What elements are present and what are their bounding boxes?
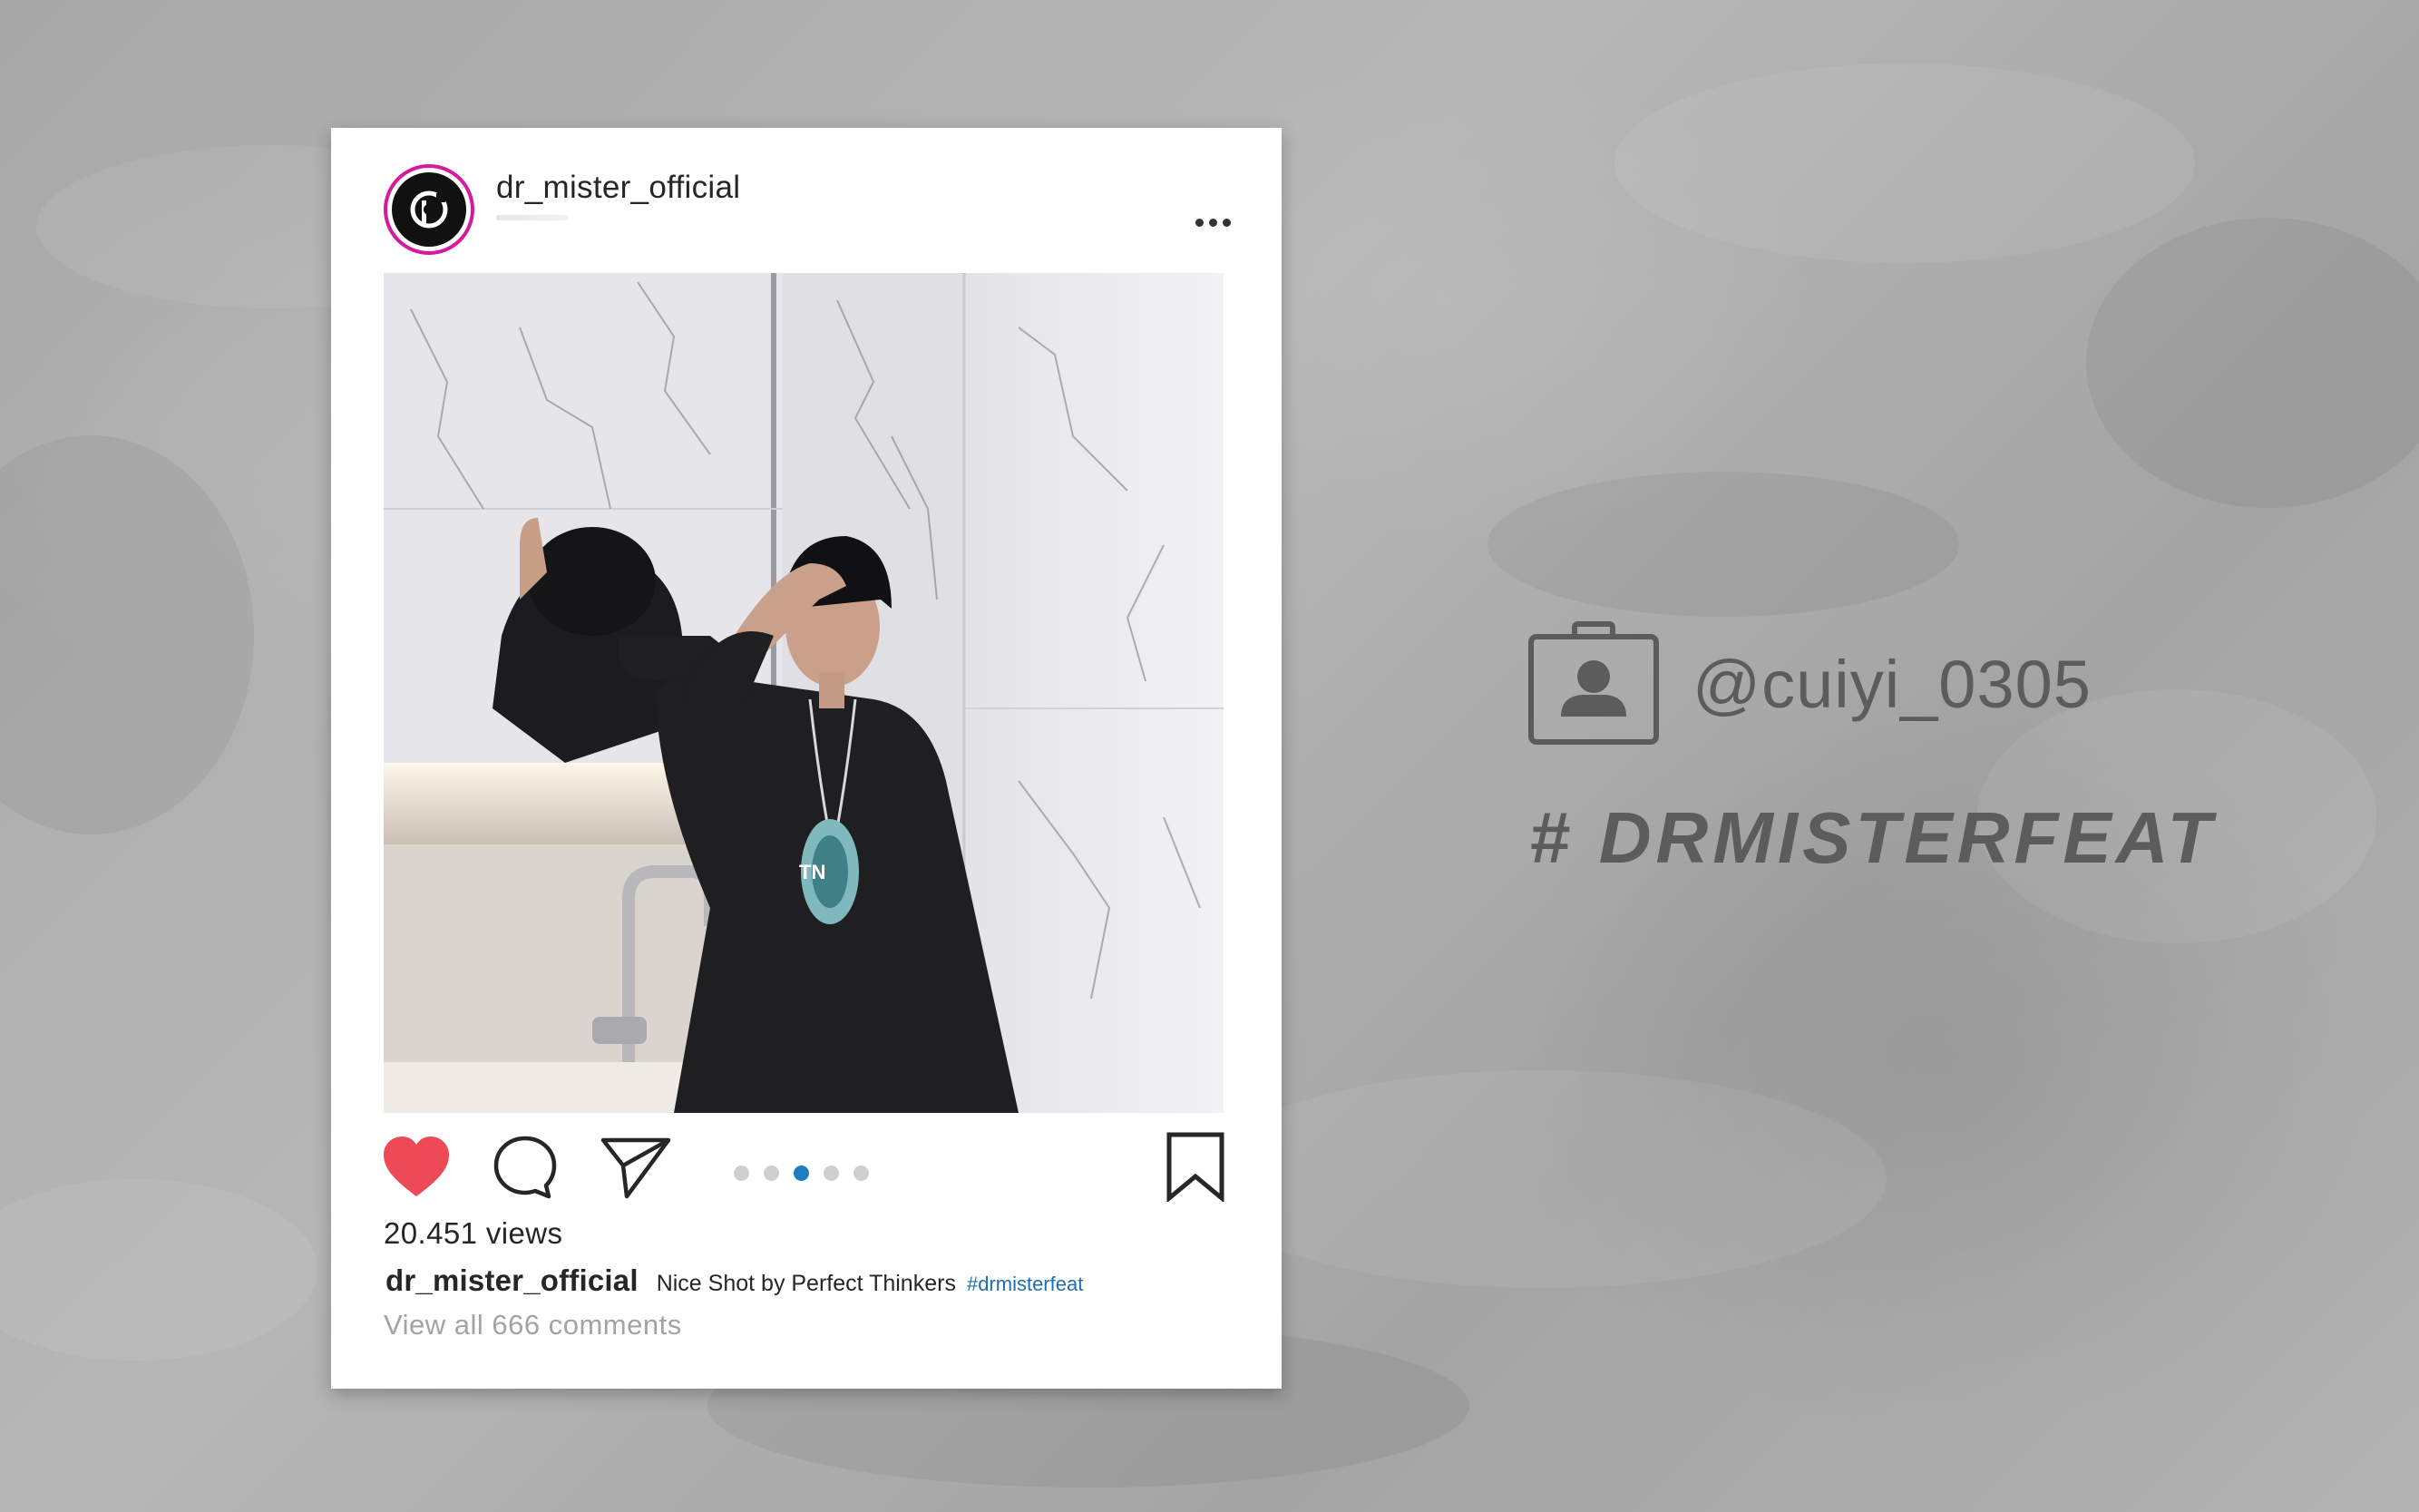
carousel-dot[interactable] [764, 1166, 779, 1181]
brand-logo-icon [392, 172, 466, 247]
carousel-dot[interactable] [853, 1166, 869, 1181]
carousel-dot[interactable] [824, 1166, 839, 1181]
caption: dr_mister_official Nice Shot by Perfect … [385, 1263, 1083, 1298]
post-username[interactable]: dr_mister_official [496, 170, 740, 206]
post-card: dr_mister_official TN 20.451 views dr_mi… [331, 128, 1282, 1389]
caption-hashtag[interactable]: #drmisterfeat [967, 1273, 1083, 1296]
more-dot [1195, 218, 1204, 227]
heart-icon[interactable] [382, 1135, 451, 1200]
comment-icon[interactable] [493, 1135, 558, 1200]
profile-card-icon [1528, 621, 1659, 745]
carousel-dot-active[interactable] [794, 1166, 809, 1181]
carousel-dot[interactable] [734, 1166, 749, 1181]
caption-username[interactable]: dr_mister_official [385, 1263, 639, 1298]
more-options-icon[interactable] [1185, 204, 1240, 240]
avatar[interactable] [384, 164, 474, 255]
campaign-hashtag: # DRMISTERFEAT [1529, 797, 2217, 878]
bookmark-icon[interactable] [1164, 1131, 1227, 1202]
author-handle: @cuiyi_0305 [1692, 647, 2092, 722]
post-photo[interactable]: TN [384, 273, 1224, 1113]
post-subtitle-placeholder [496, 215, 569, 220]
more-dot [1208, 218, 1217, 227]
svg-text:TN: TN [799, 861, 825, 883]
view-count: 20.451 views [384, 1216, 563, 1250]
carousel-indicator [734, 1166, 869, 1181]
caption-text: Nice Shot by Perfect Thinkers [656, 1271, 956, 1296]
view-comments-link[interactable]: View all 666 comments [384, 1309, 682, 1341]
more-dot [1222, 218, 1231, 227]
send-icon[interactable] [600, 1135, 672, 1200]
